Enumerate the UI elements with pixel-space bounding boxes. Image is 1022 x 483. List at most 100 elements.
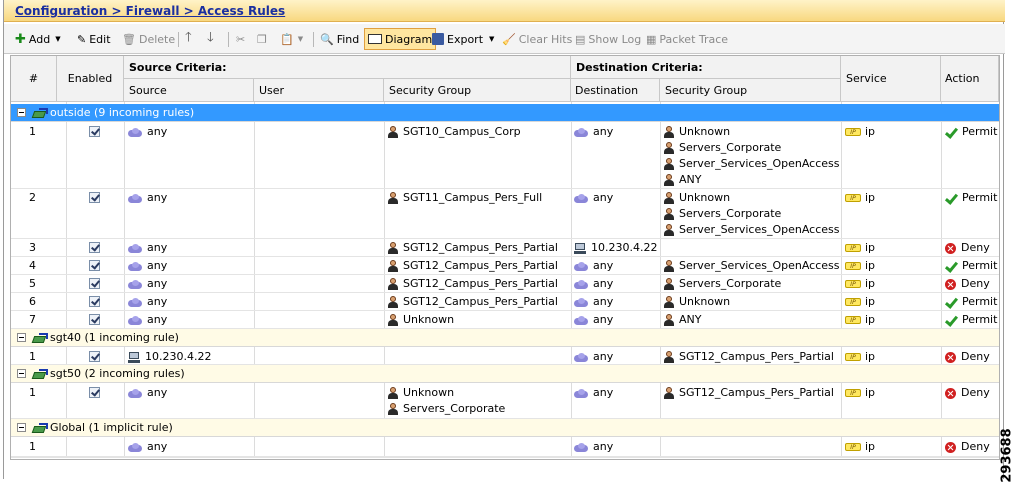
delete-button[interactable]: 🗑 Delete [122,29,175,49]
source-cell: 10.230.4.22 [128,350,211,363]
find-button[interactable]: 🔍 Find [320,29,359,49]
network-object-icon [574,388,588,398]
breadcrumb[interactable]: Configuration > Firewall > Access Rules [15,4,285,18]
destination-cell: any [574,191,613,204]
cell-text: Permit [962,295,998,308]
table-row[interactable]: 1 any SGT10_Campus_Corp any Unknown Servers_C… [11,123,999,189]
enabled-checkbox[interactable] [89,260,100,271]
enabled-checkbox[interactable] [89,278,100,289]
enabled-checkbox[interactable] [89,314,100,325]
enabled-checkbox[interactable] [89,351,100,362]
collapse-icon[interactable] [17,369,26,378]
network-object-icon [128,279,142,289]
cell-text: Deny [961,277,990,290]
group-label: sgt40 (1 incoming rule) [50,331,179,344]
collapse-icon[interactable] [17,423,26,432]
dropdown-arrow-icon[interactable]: ▼ [55,35,60,43]
enabled-checkbox[interactable] [89,126,100,137]
toolbar-separator [313,32,314,47]
show-log-button[interactable]: ▤ Show Log [575,29,641,49]
cell-text: SGT11_Campus_Pers_Full [403,191,543,204]
enabled-checkbox[interactable] [89,242,100,253]
row-number: 1 [29,386,36,399]
table-row[interactable]: 2 any SGT11_Campus_Pers_Full any Unknown Serv… [11,189,999,239]
service-cell: IP ip [845,386,875,399]
collapse-icon[interactable] [17,108,26,117]
cell-text: any [593,350,614,363]
column-header-destination[interactable]: Destination [571,79,660,102]
source-cell: any [128,295,167,308]
move-down-button[interactable]: 🡓 [207,29,214,49]
cut-button[interactable]: ✂ [236,29,245,49]
permit-check-icon [945,127,957,137]
clear-hits-button[interactable]: 🧹 Clear Hits [502,29,572,49]
cell-text: 2 [29,191,36,204]
column-header-user[interactable]: User [254,79,384,102]
export-button[interactable]: Export ▼ [432,29,494,49]
table-row[interactable]: 3 any SGT12_Campus_Pers_Partial 10.230.4.22… [11,239,999,257]
group-label: sgt50 (2 incoming rules) [50,367,185,380]
column-header-service[interactable]: Service [841,56,941,102]
column-header-action[interactable]: Action [941,56,999,102]
cell-text: Deny [961,350,990,363]
enabled-checkbox[interactable] [89,296,100,307]
cell-text: any [147,125,168,138]
permit-check-icon [945,193,957,203]
access-rules-table: # Enabled Source Criteria: Destination C… [10,55,1000,460]
table-row[interactable]: 1 any Unknown Servers_Corporate any SGT12_Cam… [11,384,999,419]
cell-text: 1 [29,350,36,363]
dropdown-arrow-icon[interactable]: ▼ [489,35,494,43]
collapse-icon[interactable] [17,333,26,342]
magnifier-icon: 🔍 [320,32,334,46]
dest-security-group-cell: SGT12_Campus_Pers_Partial [664,386,834,399]
deny-icon [945,278,956,290]
table-row[interactable]: 4 any SGT12_Campus_Pers_Partial any Server_S… [11,257,999,275]
destination-cell: any [574,350,613,363]
service-cell: IP ip [845,350,875,363]
copy-button[interactable]: ❐ [257,29,267,49]
cell-text: Permit [962,313,998,326]
diagram-button[interactable]: Diagram [364,28,437,50]
group-label: Global (1 implicit rule) [50,421,173,434]
table-row[interactable]: 6 any SGT12_Campus_Pers_Partial any Unknown I… [11,293,999,311]
interface-icon [33,368,48,380]
enabled-checkbox[interactable] [89,192,100,203]
table-row[interactable]: 5 any SGT12_Campus_Pers_Partial any Servers_… [11,275,999,293]
network-object-icon [574,352,588,362]
column-header-num[interactable]: # [11,56,57,102]
column-header-enabled[interactable]: Enabled [57,56,124,102]
security-group-icon [388,242,398,254]
network-object-icon [574,261,588,271]
interface-icon [33,107,48,119]
cell-text: ip [865,295,876,308]
destination-cell: any [574,277,613,290]
table-row[interactable]: 1 10.230.4.22 any SGT12_Campus_Pers_Partial… [11,348,999,365]
security-group-icon [388,296,398,308]
group-row-outside[interactable]: outside (9 incoming rules) [11,104,999,122]
security-group-icon [664,351,674,363]
group-row-sgt40[interactable]: sgt40 (1 incoming rule) [11,329,999,347]
dropdown-arrow-icon[interactable]: ▼ [298,35,303,43]
row-number: 7 [29,313,36,326]
service-cell: IP ip [845,191,875,204]
table-row[interactable]: 7 any Unknown any ANY IP ip Permit [11,311,999,329]
breadcrumb-bar: Configuration > Firewall > Access Rules [4,0,1005,22]
edit-button[interactable]: ✎ Edit [77,29,111,49]
group-row-sgt50[interactable]: sgt50 (2 incoming rules) [11,365,999,383]
move-up-button[interactable]: 🡑 [185,29,192,49]
cell-text: 5 [29,277,36,290]
cell-text: ANY [679,313,702,326]
group-row-global[interactable]: Global (1 implicit rule) [11,419,999,437]
paste-button[interactable]: 📋 ▼ [280,29,303,49]
column-header-dest-security-group[interactable]: Security Group [660,79,841,102]
table-row[interactable]: 1 any any IP ip Deny [11,438,999,457]
column-header-security-group[interactable]: Security Group [384,79,571,102]
destination-cell: 10.230.4.22 [574,241,657,254]
dest-security-group-cell: Server_Services_OpenAccess [664,259,840,272]
network-object-icon [574,297,588,307]
enabled-checkbox[interactable] [89,387,100,398]
column-header-source[interactable]: Source [124,79,254,102]
packet-trace-button[interactable]: ▦ Packet Trace [646,29,728,49]
column-group-source-criteria: Source Criteria: [124,56,571,79]
add-button[interactable]: ✚ Add ▼ [15,29,61,49]
